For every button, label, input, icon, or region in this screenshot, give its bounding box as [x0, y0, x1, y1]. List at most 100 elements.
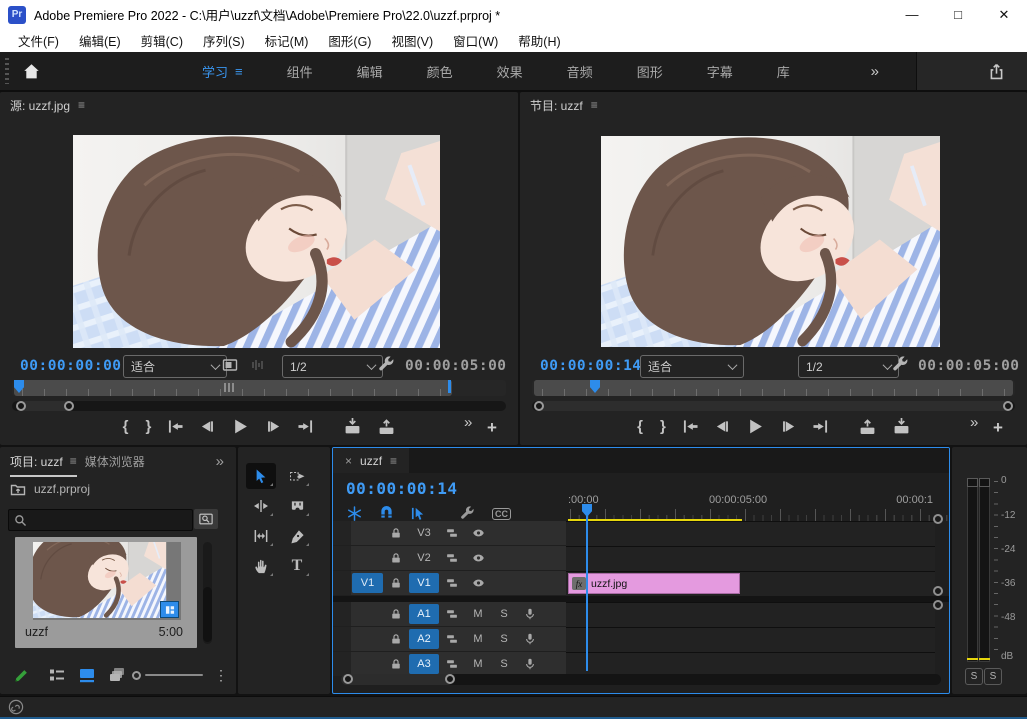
program-zoom-select[interactable]: 适合: [640, 355, 744, 378]
source-patch-a3[interactable]: [352, 654, 383, 674]
lock-icon[interactable]: [383, 658, 409, 670]
mute-button[interactable]: M: [465, 633, 491, 645]
search-input[interactable]: [32, 512, 166, 528]
track-content-v2[interactable]: [566, 546, 935, 572]
search-box[interactable]: [8, 509, 193, 531]
transport-overflow-chevrons[interactable]: »: [970, 414, 978, 431]
mark-in-button[interactable]: {: [637, 418, 643, 435]
lift-button[interactable]: [859, 418, 876, 435]
workspace-tab-color[interactable]: 颜色: [405, 62, 475, 81]
track-target-a3[interactable]: A3: [409, 654, 439, 674]
more-options-dots[interactable]: ⋮: [214, 667, 228, 684]
pen-tool[interactable]: [282, 523, 312, 549]
menu-sequence[interactable]: 序列(S): [193, 31, 255, 50]
track-select-forward-tool[interactable]: [282, 463, 312, 489]
source-patch-a2[interactable]: [352, 629, 383, 649]
track-content-v3[interactable]: [566, 521, 935, 547]
project-item-name[interactable]: uzzf: [25, 625, 48, 639]
nest-toggle-icon[interactable]: [347, 506, 362, 521]
ruler-grip[interactable]: [224, 383, 236, 392]
ripple-edit-tool[interactable]: [246, 493, 276, 519]
source-patch-v3[interactable]: [352, 523, 383, 543]
menu-help[interactable]: 帮助(H): [508, 31, 570, 50]
list-view-button[interactable]: [42, 667, 72, 683]
home-icon[interactable]: [23, 63, 40, 80]
project-item-thumbnail[interactable]: [33, 542, 181, 620]
solo-left-button[interactable]: S: [965, 668, 983, 685]
goto-in-button[interactable]: [168, 419, 183, 434]
timeline-timecode[interactable]: 00:00:00:14: [346, 479, 457, 498]
program-tab-label[interactable]: 节目: uzzf: [530, 97, 583, 114]
sync-lock-icon[interactable]: [439, 552, 465, 564]
scroll-handle-right[interactable]: [64, 401, 74, 411]
mute-button[interactable]: M: [465, 608, 491, 620]
program-panel-menu-icon[interactable]: ≡: [591, 98, 598, 112]
minimize-button[interactable]: —: [889, 0, 935, 29]
scroll-handle-right[interactable]: [1003, 401, 1013, 411]
transport-overflow-chevrons[interactable]: »: [464, 414, 472, 431]
settings-wrench-icon[interactable]: [378, 356, 395, 373]
menu-markers[interactable]: 标记(M): [255, 31, 319, 50]
breadcrumb[interactable]: uzzf.prproj: [34, 482, 90, 496]
insert-button[interactable]: [344, 418, 361, 435]
mic-icon[interactable]: [517, 657, 543, 671]
track-target-v2[interactable]: V2: [409, 548, 439, 568]
type-tool[interactable]: T: [282, 553, 312, 579]
step-back-button[interactable]: [200, 419, 215, 434]
menu-graphics[interactable]: 图形(G): [318, 31, 381, 50]
creative-cloud-icon[interactable]: [8, 699, 24, 715]
source-patch-v2[interactable]: [352, 548, 383, 568]
snap-magnet-icon[interactable]: [379, 506, 394, 521]
timeline-settings-wrench-icon[interactable]: [460, 506, 475, 521]
button-editor-plus[interactable]: +: [993, 418, 1003, 438]
close-button[interactable]: ✕: [981, 0, 1027, 29]
quick-export-icon[interactable]: [988, 63, 1005, 80]
solo-button[interactable]: S: [491, 633, 517, 645]
goto-in-button[interactable]: [683, 419, 698, 434]
eye-icon[interactable]: [465, 577, 491, 589]
tab-media-browser[interactable]: 媒体浏览器: [85, 453, 145, 470]
track-target-v1[interactable]: V1: [409, 573, 439, 593]
extract-button[interactable]: [893, 418, 910, 435]
mic-icon[interactable]: [517, 607, 543, 621]
timeline-hscrollbar[interactable]: [341, 674, 941, 685]
program-zoom-scrollbar[interactable]: [532, 401, 1015, 411]
solo-button[interactable]: S: [491, 658, 517, 670]
mark-in-button[interactable]: {: [123, 418, 129, 435]
workspace-tab-editing[interactable]: 编辑: [335, 62, 405, 81]
workspace-tab-effects[interactable]: 效果: [475, 62, 545, 81]
track-content-a2[interactable]: [566, 627, 935, 653]
lock-icon[interactable]: [383, 577, 409, 589]
timeline-panel-menu-icon[interactable]: ≡: [390, 454, 397, 468]
hand-tool[interactable]: [246, 553, 276, 579]
close-icon[interactable]: ×: [345, 454, 352, 468]
zoom-slider-handle[interactable]: [132, 671, 141, 680]
mark-out-button[interactable]: }: [146, 418, 152, 435]
scroll-handle-left[interactable]: [16, 401, 26, 411]
freeform-view-button[interactable]: [102, 667, 132, 683]
source-timecode[interactable]: 00:00:00:00: [20, 358, 122, 374]
zoom-slider-track[interactable]: [145, 674, 203, 676]
workspace-tab-captions[interactable]: 字幕: [685, 62, 755, 81]
track-content-a1[interactable]: [566, 602, 935, 628]
bin-up-icon[interactable]: [10, 481, 26, 497]
mute-button[interactable]: M: [465, 658, 491, 670]
workspace-tab-audio[interactable]: 音频: [545, 62, 615, 81]
sync-lock-icon[interactable]: [439, 577, 465, 589]
lock-icon[interactable]: [383, 552, 409, 564]
step-back-button[interactable]: [715, 419, 730, 434]
menu-view[interactable]: 视图(V): [381, 31, 443, 50]
source-ruler[interactable]: [12, 380, 506, 396]
project-panel-menu-icon[interactable]: ≡: [70, 454, 77, 468]
sync-lock-icon[interactable]: [439, 608, 465, 620]
settings-wrench-icon[interactable]: [892, 356, 909, 373]
scroll-handle-left[interactable]: [534, 401, 544, 411]
timeline-tab[interactable]: × uzzf ≡: [333, 448, 409, 473]
eye-icon[interactable]: [465, 527, 491, 539]
search-bin-button[interactable]: [194, 509, 218, 529]
mark-out-button[interactable]: }: [660, 418, 666, 435]
source-patch-v1[interactable]: V1: [352, 573, 383, 593]
track-target-a2[interactable]: A2: [409, 629, 439, 649]
selection-tool[interactable]: [246, 463, 276, 489]
button-editor-plus[interactable]: +: [487, 418, 497, 438]
